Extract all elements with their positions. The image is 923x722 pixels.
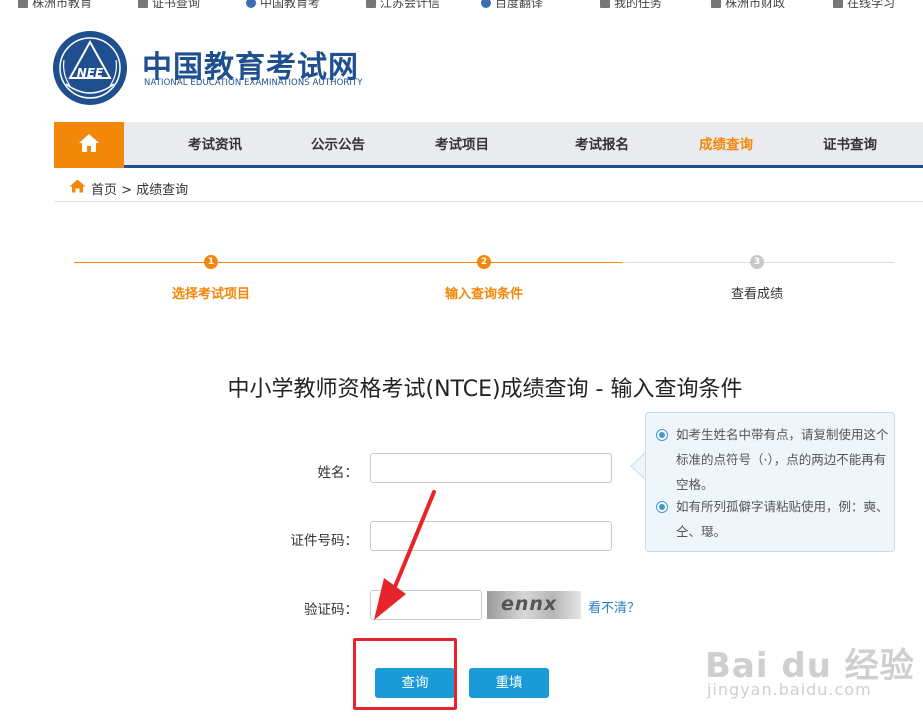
nav-item-news[interactable]: 考试资讯 xyxy=(188,122,242,168)
step-2-dot: 2 xyxy=(477,255,491,269)
reset-button[interactable]: 重填 xyxy=(469,668,549,698)
nav-home-button[interactable] xyxy=(54,122,124,168)
bookmark-item[interactable]: 江苏会计信 xyxy=(366,0,440,8)
watermark-url: jingyan.baidu.com xyxy=(707,680,872,699)
bookmark-icon xyxy=(711,0,721,8)
tip-item: 如有所列孤僻字请粘贴使用，例：奭、仝、璱。 xyxy=(656,494,892,544)
neea-emblem-icon: NEE xyxy=(53,31,127,105)
bookmark-icon xyxy=(600,0,610,8)
nav-item-certificate-query[interactable]: 证书查询 xyxy=(823,122,877,168)
captcha-image[interactable]: ennx xyxy=(487,591,581,619)
breadcrumb: 首页 > 成绩查询 xyxy=(54,170,923,202)
nav-item-announcements[interactable]: 公示公告 xyxy=(311,122,365,168)
captcha-refresh-link[interactable]: 看不清？ xyxy=(588,597,640,616)
name-input[interactable] xyxy=(370,453,612,483)
site-logo[interactable]: NEE 中国教育考试网 NATIONAL EDUCATION EXAMINATI… xyxy=(52,30,372,106)
bullet-icon xyxy=(656,501,668,513)
nav-item-exams[interactable]: 考试项目 xyxy=(435,122,489,168)
bookmark-item[interactable]: 中国教育考 xyxy=(246,0,320,8)
step-3-label: 查看成绩 xyxy=(730,287,784,302)
bookmark-icon xyxy=(366,0,376,8)
highlight-box-annotation xyxy=(353,638,457,710)
bookmark-item[interactable]: 在线学习 xyxy=(833,0,895,8)
main-nav: 考试资讯 公示公告 考试项目 考试报名 成绩查询 证书查询 xyxy=(54,122,923,168)
baidu-watermark: Bai du 经验 jingyan.baidu.com xyxy=(705,630,914,710)
nav-item-registration[interactable]: 考试报名 xyxy=(575,122,629,168)
step-1-label: 选择考试项目 xyxy=(171,287,251,302)
bullet-icon xyxy=(656,429,668,441)
progress-steps: 1 2 3 选择考试项目 输入查询条件 查看成绩 xyxy=(74,250,894,310)
bookmark-icon xyxy=(18,0,28,8)
captcha-label: 验证码： xyxy=(304,602,358,618)
breadcrumb-text[interactable]: 首页 > 成绩查询 xyxy=(91,179,188,198)
step-2-label: 输入查询条件 xyxy=(444,287,524,302)
bookmark-icon xyxy=(138,0,148,8)
step-line-done xyxy=(74,262,622,263)
svg-text:NEE: NEE xyxy=(77,66,104,80)
page-title: 中小学教师资格考试(NTCE)成绩查询 - 输入查询条件 xyxy=(227,377,743,402)
captcha-text: ennx xyxy=(501,593,558,615)
bookmark-item[interactable]: 百度翻译 xyxy=(481,0,543,8)
logo-subtitle: NATIONAL EDUCATION EXAMINATIONS AUTHORIT… xyxy=(144,78,363,88)
step-1-dot: 1 xyxy=(204,255,218,269)
bookmark-item[interactable]: 证书查询 xyxy=(138,0,200,8)
bookmark-item[interactable]: 株洲市教育 xyxy=(18,0,92,8)
home-icon xyxy=(79,134,99,152)
input-tips-box: 如考生姓名中带有点，请复制使用这个标准的点符号（·），点的两边不能再有空格。 如… xyxy=(645,412,895,552)
translate-icon xyxy=(481,0,491,8)
bookmark-item[interactable]: 我的任务 xyxy=(600,0,662,8)
id-number-label: 证件号码： xyxy=(290,533,359,549)
globe-icon xyxy=(246,0,256,8)
bookmark-item[interactable]: 株洲市财政 xyxy=(711,0,785,8)
red-arrow-annotation-icon xyxy=(374,490,436,620)
tip-item: 如考生姓名中带有点，请复制使用这个标准的点符号（·），点的两边不能再有空格。 xyxy=(656,422,892,497)
tip-arrow-icon xyxy=(630,452,646,480)
nav-item-score-query[interactable]: 成绩查询 xyxy=(699,122,753,168)
bookmark-icon xyxy=(833,0,843,8)
home-icon xyxy=(69,179,86,193)
step-3-dot: 3 xyxy=(750,255,764,269)
bookmarks-bar: 株洲市教育 证书查询 中国教育考 江苏会计信 百度翻译 我的任务 株洲市财政 在… xyxy=(0,0,923,8)
name-label: 姓名： xyxy=(317,465,359,481)
